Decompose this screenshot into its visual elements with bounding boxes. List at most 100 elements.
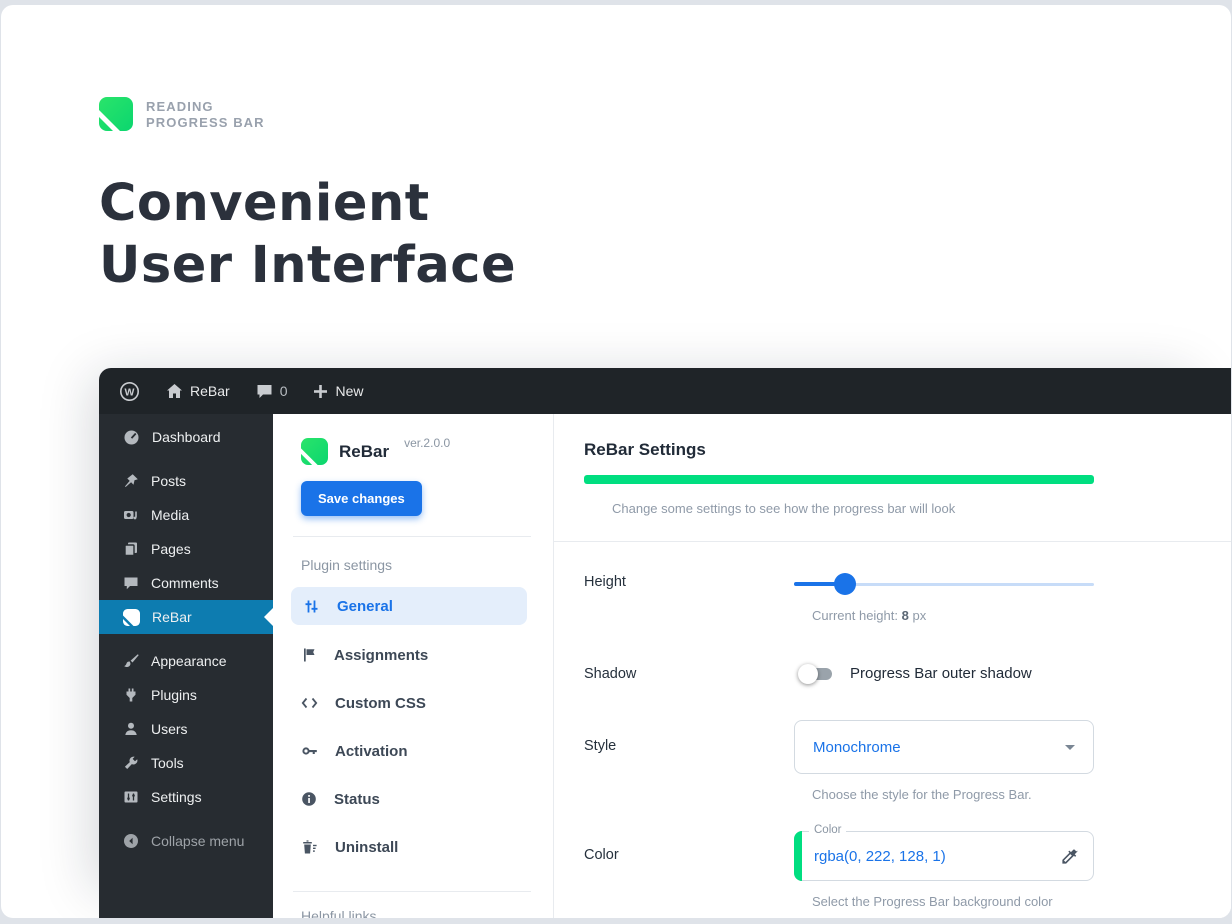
comment-icon [256,384,273,399]
sidebar-item-tools[interactable]: Tools [99,746,273,780]
sidebar-label: Posts [151,473,186,489]
tab-uninstall[interactable]: Uninstall [301,823,527,871]
key-icon [301,744,318,758]
color-input[interactable]: Color rgba(0, 222, 128, 1) [794,831,1094,881]
tab-label: Uninstall [335,839,398,856]
sidebar-label: Users [151,721,188,737]
code-icon [301,696,318,710]
color-field-label: Color [809,824,846,836]
sidebar-item-plugins[interactable]: Plugins [99,678,273,712]
height-caption: Current height: 8 px [812,608,1094,623]
site-link[interactable]: ReBar [166,383,230,399]
sidebar-item-pages[interactable]: Pages [99,532,273,566]
divider [293,891,531,892]
plus-icon [313,384,328,399]
sidebar-label: Plugins [151,687,197,703]
sidebar-label: Dashboard [152,429,221,445]
setting-row-color: Color Color rgba(0, 222, 128, 1) Select … [584,831,1231,909]
chevron-down-icon [1065,745,1075,750]
rebar-logo-icon [301,438,328,465]
divider [293,536,531,537]
tab-activation[interactable]: Activation [301,727,527,775]
info-icon [301,791,317,807]
tab-label: Activation [335,743,408,760]
brand-line1: READING [146,99,265,115]
eyedropper-icon[interactable] [1060,847,1079,866]
title-line2: User Interface [99,236,516,295]
tab-general[interactable]: General [291,587,527,625]
new-menu[interactable]: New [313,383,363,399]
setting-row-height: Height Current height: 8 px [584,574,1231,623]
flag-icon [301,647,317,663]
tab-label: Status [334,791,380,808]
sidebar-item-users[interactable]: Users [99,712,273,746]
sidebar-item-posts[interactable]: Posts [99,464,273,498]
settings-icon [123,789,139,805]
pages-icon [123,541,139,557]
rebar-logo-icon [99,97,133,131]
sidebar-item-comments[interactable]: Comments [99,566,273,600]
collapse-icon [123,833,139,849]
sidebar-item-collapse-menu[interactable]: Collapse menu [99,824,273,858]
height-slider[interactable] [794,573,1094,595]
divider [554,541,1231,542]
tab-status[interactable]: Status [301,775,527,823]
height-slider-thumb[interactable] [834,573,856,595]
save-changes-button[interactable]: Save changes [301,481,422,516]
setting-row-style: Style Monochrome Choose the style for th… [584,720,1231,802]
color-value: rgba(0, 222, 128, 1) [814,848,946,865]
sidebar-item-rebar[interactable]: ReBar [99,600,273,634]
color-swatch [794,831,802,881]
wordpress-icon: W [119,381,140,402]
sidebar-label: Pages [151,541,191,557]
pin-icon [123,473,139,489]
tab-label: Custom CSS [335,695,426,712]
sidebar-item-appearance[interactable]: Appearance [99,644,273,678]
tab-custom-css[interactable]: Custom CSS [301,679,527,727]
wp-admin-window: W ReBar 0 New [99,368,1231,918]
height-label: Height [584,574,794,590]
sidebar-label: Comments [151,575,219,591]
media-icon [123,507,139,523]
height-unit: px [912,608,926,623]
style-caption: Choose the style for the Progress Bar. [812,787,1094,802]
tab-assignments[interactable]: Assignments [301,631,527,679]
user-icon [123,721,139,737]
wp-logo-menu[interactable]: W [119,381,140,402]
shadow-toggle-label: Progress Bar outer shadow [850,665,1032,682]
plug-icon [123,687,139,703]
plugin-settings-panel: ReBar ver.2.0.0 Save changes Plugin sett… [273,414,554,918]
wp-admin-bar: W ReBar 0 New [99,368,1231,414]
new-label: New [335,383,363,399]
sidebar-separator [99,454,273,464]
brand-name: READING PROGRESS BAR [146,97,265,131]
style-select[interactable]: Monochrome [794,720,1094,774]
trash-sweep-icon [301,839,318,855]
style-label: Style [584,738,794,754]
helpful-links-label: Helpful links [301,908,527,918]
tab-label: Assignments [334,647,428,664]
shadow-toggle[interactable] [802,668,832,680]
wp-sidebar: Dashboard Posts Media [99,414,273,918]
sidebar-item-dashboard[interactable]: Dashboard [99,420,273,454]
sidebar-label: Tools [151,755,184,771]
plugin-name: ReBar [339,438,389,465]
plugin-menu: General Assignments Custom CSS [301,587,527,871]
wrench-icon [123,755,139,771]
plugin-section-label: Plugin settings [301,557,527,573]
sidebar-item-settings[interactable]: Settings [99,780,273,814]
color-label: Color [584,847,794,863]
sidebar-separator [99,634,273,644]
sidebar-label: Appearance [151,653,227,669]
style-selected-value: Monochrome [813,739,901,756]
sidebar-item-media[interactable]: Media [99,498,273,532]
height-value: 8 [902,608,909,623]
page-title: Convenient User Interface [99,173,1231,297]
comments-menu[interactable]: 0 [256,383,288,399]
home-icon [166,383,183,399]
page-card: READING PROGRESS BAR Convenient User Int… [1,5,1231,918]
active-item-arrow [264,608,273,626]
site-name: ReBar [190,383,230,399]
tab-label: General [337,598,393,615]
settings-title: ReBar Settings [584,440,1231,460]
